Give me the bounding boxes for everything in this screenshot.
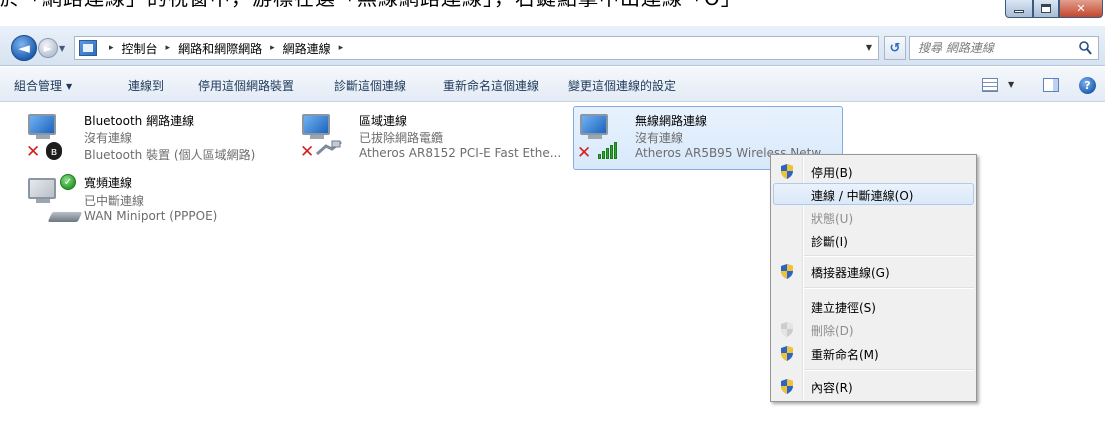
- close-button[interactable]: ✕: [1059, 0, 1103, 18]
- diagnose-button[interactable]: 診斷這個連線: [334, 77, 406, 94]
- refresh-button[interactable]: ↺: [884, 36, 906, 60]
- caption-text: 於「網路連線」的視窗中，游標在選「無線網路連線」，右鍵點擊中出連線「O」: [0, 0, 742, 9]
- preview-pane-icon[interactable]: [1043, 78, 1059, 92]
- close-icon: ✕: [1076, 2, 1086, 15]
- connection-device: WAN Miniport (PPPOE): [84, 209, 218, 223]
- forward-button[interactable]: ►: [38, 38, 58, 58]
- network-adapter-icon: [580, 114, 610, 140]
- network-cable-icon: [316, 140, 342, 156]
- command-bar: 組合管理 ▼ 連線到 停用這個網路裝置 診斷這個連線 重新命名這個連線 變更這個連…: [0, 67, 1105, 102]
- connected-check-icon: ✓: [60, 174, 76, 190]
- rename-button[interactable]: 重新命名這個連線: [443, 77, 539, 94]
- disconnected-x-icon: ✕: [300, 142, 315, 162]
- connection-name: Bluetooth 網路連線: [84, 114, 195, 128]
- breadcrumb-separator[interactable]: ▸: [166, 43, 171, 53]
- menu-item-rename[interactable]: 重新命名(M): [773, 342, 974, 364]
- menu-item-label: 橋接器連線(G): [811, 266, 890, 280]
- change-view-icon[interactable]: [982, 78, 998, 92]
- back-button[interactable]: ◄: [11, 35, 37, 61]
- menu-item-label: 停用(B): [811, 166, 853, 180]
- address-row: ◄ ► ▼ ▸ 控制台 ▸ 網路和網際網路 ▸ 網路連線 ▸ ▼ ↺: [0, 26, 1105, 66]
- broadband-adapter-icon: [28, 178, 58, 204]
- menu-item-label: 建立捷徑(S): [811, 301, 876, 315]
- address-bar[interactable]: ▸ 控制台 ▸ 網路和網際網路 ▸ 網路連線 ▸ ▼: [74, 36, 879, 60]
- breadcrumb-control-panel[interactable]: 控制台: [122, 40, 158, 57]
- menu-item-label: 內容(R): [811, 381, 853, 395]
- menu-item-label: 診斷(I): [811, 235, 848, 249]
- menu-item-properties[interactable]: 內容(R): [773, 375, 974, 397]
- back-arrow-icon: ◄: [18, 39, 30, 57]
- menu-item-label: 連線 / 中斷連線(O): [811, 189, 914, 203]
- connection-item-broadband[interactable]: ✓ 寬頻連線 已中斷連線 WAN Miniport (PPPOE): [24, 172, 284, 232]
- connect-to-button[interactable]: 連線到: [128, 77, 164, 94]
- uac-shield-icon: [781, 346, 793, 361]
- uac-shield-icon: [781, 379, 793, 394]
- menu-separator: [804, 369, 974, 371]
- control-panel-icon: [79, 40, 97, 56]
- maximize-button[interactable]: [1033, 0, 1059, 18]
- connection-status: 沒有連線: [635, 131, 684, 145]
- minimize-button[interactable]: [1005, 0, 1033, 18]
- connection-device: Atheros AR8152 PCI-E Fast Ethe...: [359, 146, 562, 160]
- uac-shield-icon: [781, 264, 793, 279]
- menu-separator: [804, 287, 974, 289]
- breadcrumb-separator[interactable]: ▸: [339, 43, 344, 53]
- connection-status: 已拔除網路電纜: [359, 131, 444, 145]
- search-icon[interactable]: [1079, 41, 1092, 55]
- forward-arrow-icon: ►: [43, 41, 53, 55]
- context-menu: 停用(B) 連線 / 中斷連線(O) 狀態(U) 診斷(I) 橋接器連線(G) …: [770, 154, 977, 402]
- disable-device-button[interactable]: 停用這個網路裝置: [198, 77, 294, 94]
- connection-device: Bluetooth 裝置 (個人區域網路): [84, 148, 256, 162]
- menu-item-label: 重新命名(M): [811, 348, 879, 362]
- wireless-signal-icon: [598, 141, 622, 159]
- disconnected-x-icon: ✕: [577, 143, 592, 163]
- breadcrumb-network-internet[interactable]: 網路和網際網路: [178, 40, 262, 57]
- disconnected-x-icon: ✕: [26, 142, 41, 162]
- breadcrumb-separator[interactable]: ▸: [109, 43, 114, 53]
- network-adapter-icon: [28, 114, 58, 140]
- connection-status: 沒有連線: [84, 131, 133, 145]
- chevron-down-icon: ▼: [66, 82, 73, 91]
- recent-pages-dropdown[interactable]: ▼: [59, 44, 65, 53]
- help-icon[interactable]: ?: [1079, 77, 1096, 94]
- breadcrumb-network-connections[interactable]: 網路連線: [283, 40, 331, 57]
- menu-item-diagnose[interactable]: 診斷(I): [773, 229, 974, 251]
- breadcrumb: ▸ 控制台 ▸ 網路和網際網路 ▸ 網路連線 ▸: [101, 40, 351, 57]
- address-dropdown-icon[interactable]: ▼: [866, 43, 872, 52]
- network-adapter-icon: [302, 114, 332, 140]
- menu-item-label: 狀態(U): [811, 212, 854, 226]
- change-settings-button[interactable]: 變更這個連線的設定: [568, 77, 676, 94]
- view-options-dropdown[interactable]: ▼: [1008, 80, 1014, 89]
- connection-item-bluetooth[interactable]: ✕ ʙ Bluetooth 網路連線 沒有連線 Bluetooth 裝置 (個人…: [24, 108, 284, 168]
- menu-item-disable[interactable]: 停用(B): [773, 160, 974, 182]
- search-box: [909, 36, 1099, 60]
- menu-item-create-shortcut[interactable]: 建立捷徑(S): [773, 295, 974, 317]
- search-input[interactable]: [918, 41, 1078, 55]
- menu-item-delete: 刪除(D): [773, 318, 974, 340]
- uac-shield-icon: [781, 322, 793, 337]
- bluetooth-icon: ʙ: [46, 142, 62, 160]
- connection-name: 寬頻連線: [84, 176, 133, 190]
- window-controls: ✕: [1005, 0, 1103, 18]
- breadcrumb-separator[interactable]: ▸: [270, 43, 275, 53]
- minimize-icon: [1014, 10, 1024, 13]
- caption-strip: 於「網路連線」的視窗中，游標在選「無線網路連線」，右鍵點擊中出連線「O」: [0, 0, 1105, 10]
- connection-item-local-area[interactable]: ✕ 區域連線 已拔除網路電纜 Atheros AR8152 PCI-E Fast…: [298, 108, 568, 168]
- menu-item-status: 狀態(U): [773, 206, 974, 228]
- organize-menu-button[interactable]: 組合管理 ▼: [14, 77, 72, 94]
- uac-shield-icon: [781, 164, 793, 179]
- connection-status: 已中斷連線: [84, 194, 145, 208]
- menu-separator: [804, 255, 974, 257]
- connection-name: 無線網路連線: [635, 114, 708, 128]
- maximize-icon: [1041, 4, 1051, 13]
- organize-label: 組合管理: [14, 79, 63, 93]
- menu-item-bridge[interactable]: 橋接器連線(G): [773, 260, 974, 282]
- menu-item-connect-disconnect[interactable]: 連線 / 中斷連線(O): [773, 183, 974, 205]
- connection-name: 區域連線: [359, 114, 408, 128]
- modem-icon: [47, 212, 83, 222]
- refresh-icon: ↺: [889, 40, 901, 56]
- menu-item-label: 刪除(D): [811, 324, 854, 338]
